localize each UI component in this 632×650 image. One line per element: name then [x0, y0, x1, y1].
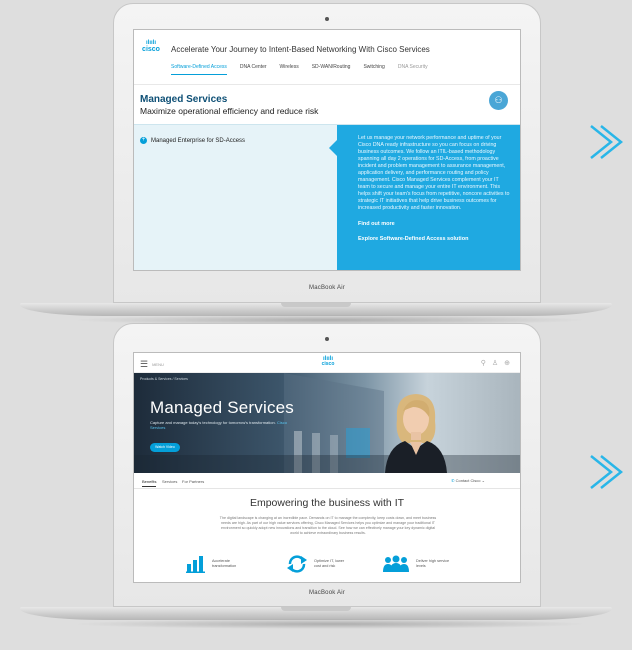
feature-label: Accelerate transformation	[212, 559, 237, 568]
header: ılıılı cisco Accelerate Your Journey to …	[134, 30, 520, 85]
accordion-item-label: Managed Enterprise for SD-Access	[151, 137, 246, 144]
cycle-arrows-icon	[287, 555, 307, 573]
top-nav: ☰ MENU ılıılı cisco ⚲ ♙ ⊕	[134, 353, 520, 373]
people-icon	[383, 555, 409, 572]
laptop-lid: ☰ MENU ılıılı cisco ⚲ ♙ ⊕ Products & Ser…	[113, 323, 541, 607]
menu-label: MENU	[152, 362, 164, 367]
chevron-right-icon	[583, 452, 624, 492]
contact-cisco-button[interactable]: ✆ Contact Cisco ⌄	[451, 478, 485, 483]
laptop-top: ılıılı cisco Accelerate Your Journey to …	[0, 0, 632, 325]
hamburger-icon: ☰	[140, 359, 149, 369]
description-panel: Let us manage your network performance a…	[329, 125, 520, 270]
accordion-item-managed-enterprise[interactable]: + Managed Enterprise for SD-Access	[140, 137, 245, 144]
tab-benefits[interactable]: Benefits	[142, 479, 157, 487]
tab-dna-center[interactable]: DNA Center	[240, 64, 267, 75]
tab-switching[interactable]: Switching	[363, 64, 384, 75]
feature-item: Deliver high service levels	[382, 555, 454, 573]
section-subheading: Maximize operational efficiency and redu…	[140, 106, 319, 116]
feature-item: Optimize IT, lower cost and risk	[286, 555, 352, 573]
service-panel: + Managed Enterprise for SD-Access Let u…	[134, 124, 520, 270]
laptop-brand-label: MacBook Air	[309, 285, 345, 291]
find-out-more-link[interactable]: Find out more	[358, 221, 510, 227]
tab-for-partners[interactable]: For Partners	[182, 479, 204, 484]
person-photo	[385, 394, 447, 473]
laptop-brand-label: MacBook Air	[309, 590, 345, 596]
content-section: Empowering the business with IT The digi…	[134, 489, 520, 582]
screen: ☰ MENU ılıılı cisco ⚲ ♙ ⊕ Products & Ser…	[133, 352, 521, 583]
people-icon: ⚇	[489, 91, 508, 110]
menu-button[interactable]: ☰ MENU	[140, 359, 164, 370]
nav-icons: ⚲ ♙ ⊕	[481, 359, 510, 367]
camera-icon	[325, 17, 329, 21]
user-icon[interactable]: ♙	[492, 359, 498, 367]
plus-icon: +	[140, 137, 147, 144]
section-text: The digital landscape is changing at an …	[219, 516, 437, 535]
cisco-logo[interactable]: ılıılı cisco	[318, 356, 338, 367]
description-text: Let us manage your network performance a…	[358, 135, 510, 211]
page-title: Accelerate Your Journey to Intent-Based …	[171, 45, 430, 54]
tab-sd-wan-routing[interactable]: SD-WAN/Routing	[312, 64, 351, 75]
screen: ılıılı cisco Accelerate Your Journey to …	[133, 29, 521, 271]
section-heading: Managed Services	[140, 94, 228, 105]
camera-icon	[325, 337, 329, 341]
tab-software-defined-access[interactable]: Software-Defined Access	[171, 64, 227, 75]
search-icon[interactable]: ⚲	[481, 359, 486, 367]
banner-subtitle: Capture and manage today's technology fo…	[150, 420, 287, 430]
tab-dna-security[interactable]: DNA Security	[398, 64, 428, 75]
section-header: Managed Services Maximize operational ef…	[134, 85, 520, 124]
tab-wireless[interactable]: Wireless	[280, 64, 299, 75]
tab-services[interactable]: Services	[162, 479, 177, 484]
tab-bar: Software-Defined Access DNA Center Wirel…	[171, 64, 428, 75]
laptop-lid: ılıılı cisco Accelerate Your Journey to …	[113, 3, 541, 303]
cisco-logo[interactable]: ılıılı cisco	[140, 40, 162, 53]
page-tabs: Benefits Services For Partners ✆ Contact…	[134, 473, 520, 489]
phone-icon: ✆	[451, 478, 455, 483]
banner-title: Managed Services	[150, 398, 294, 417]
explore-sd-access-link[interactable]: Explore Software-Defined Access solution	[358, 236, 510, 242]
hero-banner: Products & Services / Services Managed S…	[134, 373, 520, 473]
feature-item: Accelerate transformation	[186, 555, 250, 573]
chevron-down-icon: ⌄	[481, 478, 485, 483]
feature-label: Deliver high service levels	[416, 559, 450, 568]
laptop-bottom: ☰ MENU ılıılı cisco ⚲ ♙ ⊕ Products & Ser…	[0, 323, 632, 650]
breadcrumb[interactable]: Products & Services / Services	[140, 377, 188, 381]
watch-video-button[interactable]: Watch Video	[150, 443, 180, 452]
chevron-right-icon	[583, 122, 624, 162]
globe-icon[interactable]: ⊕	[504, 359, 510, 367]
feature-label: Optimize IT, lower cost and risk	[314, 559, 345, 568]
section-title: Empowering the business with IT	[249, 497, 405, 509]
bar-chart-icon	[186, 556, 205, 573]
